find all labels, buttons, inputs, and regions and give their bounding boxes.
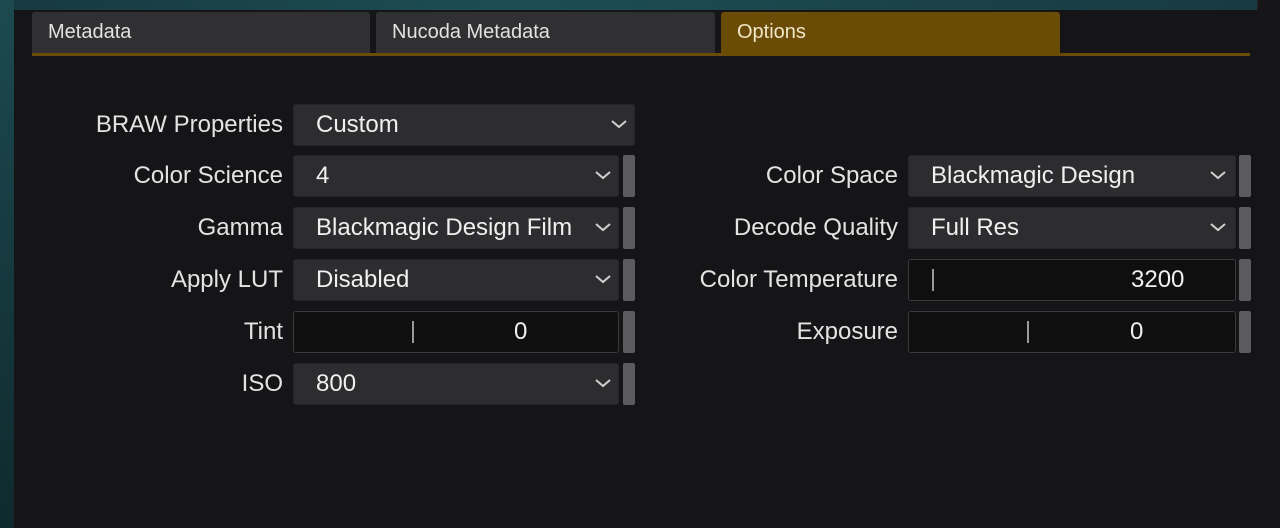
tint-scroll-handle[interactable]: [623, 311, 635, 353]
braw-properties-label: BRAW Properties: [95, 111, 283, 138]
tint-slider-field[interactable]: 0: [293, 311, 619, 353]
exposure-scroll-handle[interactable]: [1239, 311, 1251, 353]
chevron-down-icon: [595, 171, 611, 180]
exposure-label: Exposure: [796, 318, 898, 345]
decode-quality-scroll-handle[interactable]: [1239, 207, 1251, 249]
window-frame-top: [0, 0, 1280, 10]
color-science-label: Color Science: [133, 162, 283, 189]
tint-value: 0: [514, 318, 528, 345]
color-space-scroll-handle[interactable]: [1239, 155, 1251, 197]
color-science-value: 4: [316, 162, 330, 189]
color-temperature-value: 3200: [1131, 266, 1185, 293]
decode-quality-value: Full Res: [931, 214, 1020, 241]
gamma-scroll-handle[interactable]: [623, 207, 635, 249]
color-science-dropdown[interactable]: 4: [293, 155, 619, 197]
gamma-value: Blackmagic Design Film: [316, 214, 573, 241]
iso-label: ISO: [241, 370, 283, 397]
color-space-label: Color Space: [765, 162, 898, 189]
chevron-down-icon: [595, 379, 611, 388]
braw-properties-dropdown[interactable]: Custom: [293, 104, 635, 146]
tab-nucoda-metadata[interactable]: Nucoda Metadata: [376, 12, 715, 53]
apply-lut-label: Apply LUT: [170, 266, 283, 293]
chevron-down-icon: [595, 223, 611, 232]
gamma-dropdown[interactable]: Blackmagic Design Film: [293, 207, 619, 249]
tab-options[interactable]: Options: [721, 12, 1060, 53]
tab-underline: [32, 53, 1250, 56]
color-temperature-label: Color Temperature: [699, 266, 898, 293]
iso-value: 800: [316, 370, 357, 397]
chevron-down-icon: [611, 120, 627, 129]
braw-properties-value: Custom: [316, 111, 399, 138]
tint-label: Tint: [243, 318, 283, 345]
color-space-value: Blackmagic Design: [931, 162, 1136, 189]
tab-metadata[interactable]: Metadata: [32, 12, 370, 53]
options-panel: Metadata Nucoda Metadata Options BRAW Pr…: [14, 10, 1258, 528]
tint-slider-marker: [412, 321, 414, 343]
exposure-value: 0: [1130, 318, 1144, 345]
decode-quality-label: Decode Quality: [733, 214, 898, 241]
chevron-down-icon: [1210, 223, 1226, 232]
color-space-dropdown[interactable]: Blackmagic Design: [908, 155, 1236, 197]
window-frame-right: [1257, 0, 1280, 528]
exposure-slider-field[interactable]: 0: [908, 311, 1236, 353]
color-temperature-slider-marker: [932, 269, 934, 291]
decode-quality-dropdown[interactable]: Full Res: [908, 207, 1236, 249]
apply-lut-value: Disabled: [316, 266, 410, 293]
apply-lut-scroll-handle[interactable]: [623, 259, 635, 301]
chevron-down-icon: [595, 275, 611, 284]
iso-scroll-handle[interactable]: [623, 363, 635, 405]
chevron-down-icon: [1210, 171, 1226, 180]
color-temperature-slider-field[interactable]: 3200: [908, 259, 1236, 301]
iso-dropdown[interactable]: 800: [293, 363, 619, 405]
color-science-scroll-handle[interactable]: [623, 155, 635, 197]
apply-lut-dropdown[interactable]: Disabled: [293, 259, 619, 301]
color-temperature-scroll-handle[interactable]: [1239, 259, 1251, 301]
exposure-slider-marker: [1027, 321, 1029, 343]
gamma-label: Gamma: [197, 214, 283, 241]
window-frame-left: [0, 0, 14, 528]
